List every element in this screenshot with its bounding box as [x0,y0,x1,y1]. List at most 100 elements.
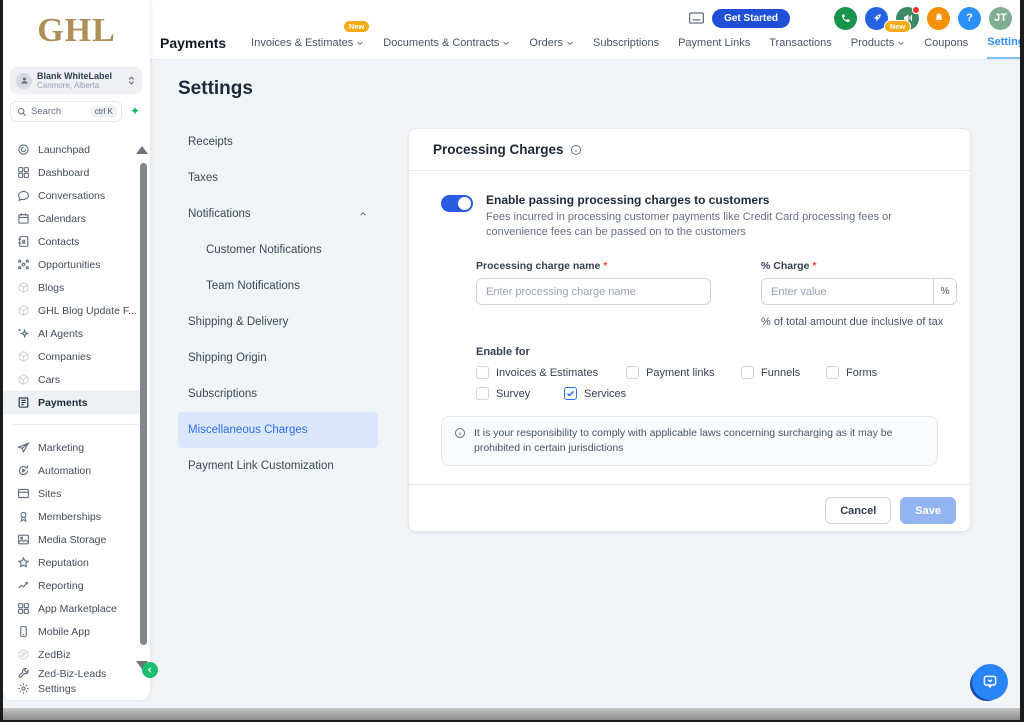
nav-transactions[interactable]: Transactions [769,27,832,59]
checkbox-icon [476,366,489,379]
cancel-button[interactable]: Cancel [825,497,891,524]
cube-icon [17,281,30,294]
charge-name-input[interactable] [476,278,711,305]
settings-nav-customer-notifications[interactable]: Customer Notifications [178,232,378,268]
search-icon [17,107,27,117]
sparkle-icon [17,327,30,340]
chevron-down-icon [897,39,905,47]
new-badge: New [884,20,911,33]
sidebar-item-automation[interactable]: Automation [3,459,143,482]
nav-invoices-estimates[interactable]: Invoices & Estimates New [251,27,364,59]
sidebar-item-memberships[interactable]: Memberships [3,505,143,528]
grid-icon [17,602,30,615]
enable-charges-toggle[interactable] [441,195,473,212]
cube-icon [17,373,30,386]
nav-subscriptions[interactable]: Subscriptions [593,27,659,59]
app-window: Get Started ? JT Payments Invoices & Est… [3,0,1020,708]
sidebar-item-mobile-app[interactable]: Mobile App [3,620,143,643]
notification-dot [912,6,920,14]
percent-charge-input[interactable] [761,278,934,305]
sidebar-item-cars[interactable]: Cars [3,368,143,391]
payments-nav: Payments Invoices & Estimates New Docume… [160,27,1020,59]
star-icon [17,556,30,569]
award-icon [17,510,30,523]
toggle-description: Fees incurred in processing customer pay… [486,210,938,240]
sidebar-item-dashboard[interactable]: Dashboard [3,161,143,184]
sidebar-item-contacts[interactable]: Contacts [3,230,143,253]
checkbox-invoices-estimates[interactable]: Invoices & Estimates [476,366,626,379]
sidebar-item-reporting[interactable]: Reporting [3,574,143,597]
sidebar-item-companies[interactable]: Companies [3,345,143,368]
checkbox-icon [476,387,489,400]
info-icon[interactable] [570,144,582,156]
sidebar-divider [13,424,138,425]
percent-suffix: % [934,278,957,305]
checkbox-funnels[interactable]: Funnels [741,366,826,379]
sidebar-item-marketing[interactable]: Marketing [3,436,143,459]
nav-payments[interactable]: Payments [160,27,226,59]
account-avatar-icon [16,73,32,89]
percent-charge-field-group: % Charge * % % of total amount due inclu… [761,260,957,328]
settings-nav-taxes[interactable]: Taxes [178,160,378,196]
sidebar-item-payments[interactable]: Payments [3,391,143,414]
checkbox-icon [626,366,639,379]
dashboard-icon [17,166,30,179]
sidebar-item-conversations[interactable]: Conversations [3,184,143,207]
checkbox-forms[interactable]: Forms [826,366,896,379]
settings-nav-notifications[interactable]: Notifications [178,196,378,232]
nav-payment-links[interactable]: Payment Links [678,27,750,59]
settings-nav-payment-link-customization[interactable]: Payment Link Customization [178,448,378,484]
settings-nav-shipping-origin[interactable]: Shipping Origin [178,340,378,376]
sidebar-item-calendars[interactable]: Calendars [3,207,143,230]
sidebar-item-reputation[interactable]: Reputation [3,551,143,574]
scroll-up-arrow[interactable] [136,146,148,154]
sidebar-item-opportunities[interactable]: Opportunities [3,253,143,276]
sidebar-item-blogs[interactable]: Blogs [3,276,143,299]
settings-nav-team-notifications[interactable]: Team Notifications [178,268,378,304]
nav-documents-contracts[interactable]: Documents & Contracts [383,27,510,59]
settings-nav: Receipts Taxes Notifications Customer No… [178,124,378,484]
cube-icon [17,648,30,661]
settings-nav-subscriptions[interactable]: Subscriptions [178,376,378,412]
sidebar-item-sites[interactable]: Sites [3,482,143,505]
sidebar-item-launchpad[interactable]: Launchpad [3,138,143,161]
settings-nav-miscellaneous-charges[interactable]: Miscellaneous Charges [178,412,378,448]
sidebar-item-zed-biz-leads[interactable]: Zed-Biz-Leads [3,666,143,681]
save-button[interactable]: Save [900,497,956,524]
top-bar: Get Started ? JT Payments Invoices & Est… [150,0,1020,60]
notice-text: It is your responsibility to comply with… [474,426,925,456]
sidebar-item-ai-agents[interactable]: AI Agents [3,322,143,345]
compliance-notice: It is your responsibility to comply with… [441,416,938,466]
nav-coupons[interactable]: Coupons [924,27,968,59]
sidebar-item-ghl-blog-update[interactable]: GHL Blog Update F... [3,299,143,322]
nav-orders[interactable]: Orders [529,27,574,59]
percent-help-text: % of total amount due inclusive of tax [761,316,957,328]
sidebar-scrollbar[interactable] [140,163,147,645]
get-started-button[interactable]: Get Started [712,9,790,28]
checkbox-payment-links[interactable]: Payment links [626,366,741,379]
nav-products[interactable]: Products New [851,27,905,59]
search-input[interactable]: Search ctrl K [10,101,122,122]
chat-widget-button[interactable] [970,664,1008,702]
sparkle-plus-icon[interactable]: ✦ [130,104,140,118]
window-bottom-edge [3,708,1020,720]
chat-bubble-icon [17,189,30,202]
collapse-sidebar-button[interactable] [142,662,158,678]
checkbox-survey[interactable]: Survey [476,387,564,400]
account-location: Canmore, Alberta [37,81,112,90]
new-badge: New [343,20,370,33]
chevron-down-icon [502,39,510,47]
payments-icon [17,396,30,409]
toggle-label: Enable passing processing charges to cus… [486,193,938,207]
settings-nav-receipts[interactable]: Receipts [178,124,378,160]
sidebar-item-media-storage[interactable]: Media Storage [3,528,143,551]
keyboard-shortcuts-icon[interactable] [689,12,704,24]
checkbox-services[interactable]: Services [564,387,626,400]
account-switcher[interactable]: Blank WhiteLabel Canmore, Alberta [10,67,142,94]
sidebar-item-zedbiz[interactable]: ZedBiz [3,643,143,666]
sidebar-item-settings[interactable]: Settings [3,681,143,696]
nav-settings[interactable]: Settings [987,27,1020,59]
required-asterisk: * [812,260,816,272]
sidebar-item-app-marketplace[interactable]: App Marketplace [3,597,143,620]
settings-nav-shipping-delivery[interactable]: Shipping & Delivery [178,304,378,340]
